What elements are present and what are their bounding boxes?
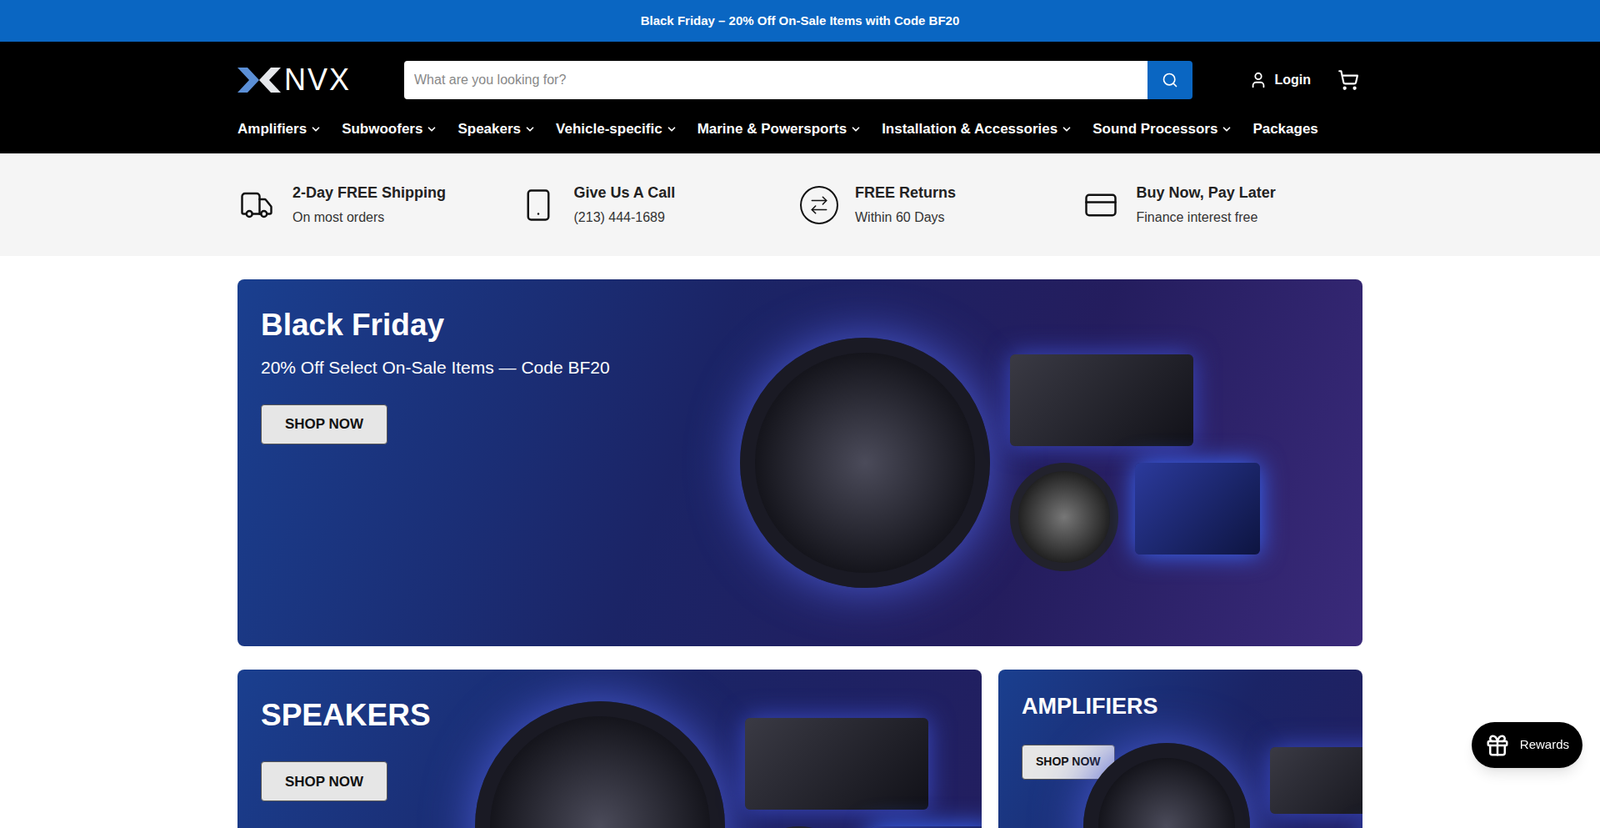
- category-title: AMPLIFIERS: [1021, 692, 1159, 721]
- cart-button[interactable]: [1337, 69, 1360, 91]
- chevron-down-icon: [1220, 123, 1233, 135]
- feature-item: 2-Day FREE ShippingOn most orders: [237, 181, 520, 228]
- feature-item: Give Us A Call(213) 444-1689: [519, 181, 801, 228]
- feature-title: Give Us A Call: [574, 181, 676, 205]
- feature-item: Buy Now, Pay LaterFinance interest free: [1081, 181, 1364, 228]
- category-title: SPEAKERS: [260, 695, 431, 735]
- nav-item[interactable]: Packages: [1252, 118, 1318, 140]
- header: NVX Login Amplifiers Subwoofers Speakers Vehi…: [0, 41, 1600, 154]
- rewards-button[interactable]: Rewards: [1471, 721, 1583, 768]
- feature-title: FREE Returns: [855, 181, 956, 205]
- product-photo: [670, 279, 1330, 646]
- feature-title: Buy Now, Pay Later: [1136, 181, 1276, 205]
- features-strip: 2-Day FREE ShippingOn most ordersGive Us…: [0, 153, 1600, 256]
- search-icon: [1161, 71, 1179, 89]
- search-button[interactable]: [1147, 60, 1193, 100]
- feature-item: FREE ReturnsWithin 60 Days: [800, 181, 1082, 228]
- call-icon: [520, 187, 556, 223]
- finance-icon: [1083, 187, 1119, 223]
- feature-subtitle: On most orders: [292, 207, 446, 228]
- category-card[interactable]: SPEAKERS SHOP NOW: [237, 669, 982, 828]
- logo-mark-icon: [237, 67, 281, 93]
- header-top: NVX Login: [237, 41, 1363, 112]
- gift-icon: [1485, 732, 1510, 758]
- chevron-down-icon: [425, 123, 438, 135]
- chevron-down-icon: [310, 123, 322, 135]
- hero-title: Black Friday: [260, 305, 445, 345]
- nav-item[interactable]: Vehicle-specific: [555, 118, 678, 140]
- nav-item[interactable]: Installation & Accessories: [881, 118, 1073, 140]
- nav-item[interactable]: Sound Processors: [1092, 118, 1233, 140]
- nav-item[interactable]: Marine & Powersports: [697, 118, 863, 140]
- feature-subtitle: Finance interest free: [1136, 207, 1276, 228]
- announcement-text[interactable]: Black Friday – 20% Off On-Sale Items wit…: [640, 11, 960, 31]
- chevron-down-icon: [524, 123, 536, 135]
- feature-title: 2-Day FREE Shipping: [292, 181, 446, 205]
- nav-item[interactable]: Subwoofers: [341, 118, 438, 140]
- category-shop-button[interactable]: SHOP NOW: [260, 760, 388, 801]
- category-grid: SPEAKERS SHOP NOW AMPLIFIERSSHOP NOW: [237, 669, 1363, 828]
- nav-item[interactable]: Speakers: [457, 118, 536, 140]
- feature-subtitle: (213) 444-1689: [574, 207, 676, 228]
- product-photo: [1165, 682, 1363, 828]
- returns-icon: [808, 194, 830, 216]
- feature-subtitle: Within 60 Days: [855, 207, 956, 228]
- login-button[interactable]: Login: [1249, 70, 1311, 90]
- category-card[interactable]: AMPLIFIERSSHOP NOW: [998, 669, 1363, 828]
- shipping-icon: [239, 187, 275, 223]
- chevron-down-icon: [665, 123, 678, 135]
- nav-item[interactable]: Amplifiers: [237, 118, 322, 140]
- search-input[interactable]: [404, 60, 1148, 100]
- chevron-down-icon: [850, 123, 862, 135]
- announcement-bar[interactable]: Black Friday – 20% Off On-Sale Items wit…: [0, 0, 1600, 42]
- cart-icon: [1337, 69, 1360, 91]
- page: Black Friday – 20% Off On-Sale Items wit…: [0, 0, 1600, 828]
- hero-subtitle: 20% Off Select On-Sale Items — Code BF20: [260, 354, 610, 381]
- main-nav: Amplifiers Subwoofers Speakers Vehicle-spec…: [237, 111, 1363, 154]
- logo[interactable]: NVX: [237, 65, 381, 95]
- product-photo: [487, 682, 982, 828]
- chevron-down-icon: [1060, 123, 1073, 135]
- search-bar: [404, 60, 1193, 100]
- hero-banner[interactable]: Black Friday 20% Off Select On-Sale Items…: [237, 279, 1363, 646]
- hero-shop-button[interactable]: SHOP NOW: [260, 404, 388, 445]
- user-icon: [1249, 70, 1268, 90]
